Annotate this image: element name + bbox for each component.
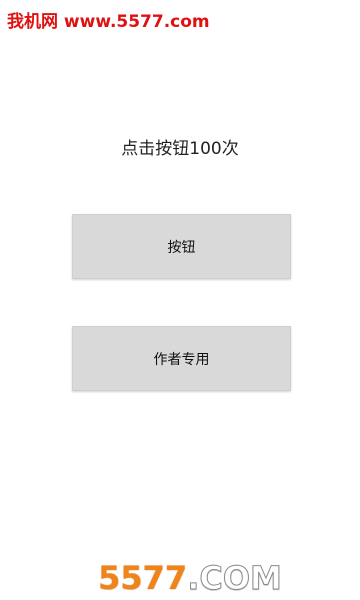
main-button[interactable]: 按钮: [72, 214, 291, 279]
logo-number: 5577: [98, 559, 188, 597]
logo-suffix: .COM: [187, 559, 283, 598]
site-watermark: 我机网 www.5577.com: [7, 12, 210, 32]
app-screen: 我机网 www.5577.com 点击按钮100次 按钮 作者专用 5577 .C…: [0, 0, 360, 600]
instruction-text: 点击按钮100次: [121, 139, 239, 159]
author-only-button[interactable]: 作者专用: [72, 326, 291, 391]
logo-watermark: 5577 .COM: [98, 559, 283, 598]
